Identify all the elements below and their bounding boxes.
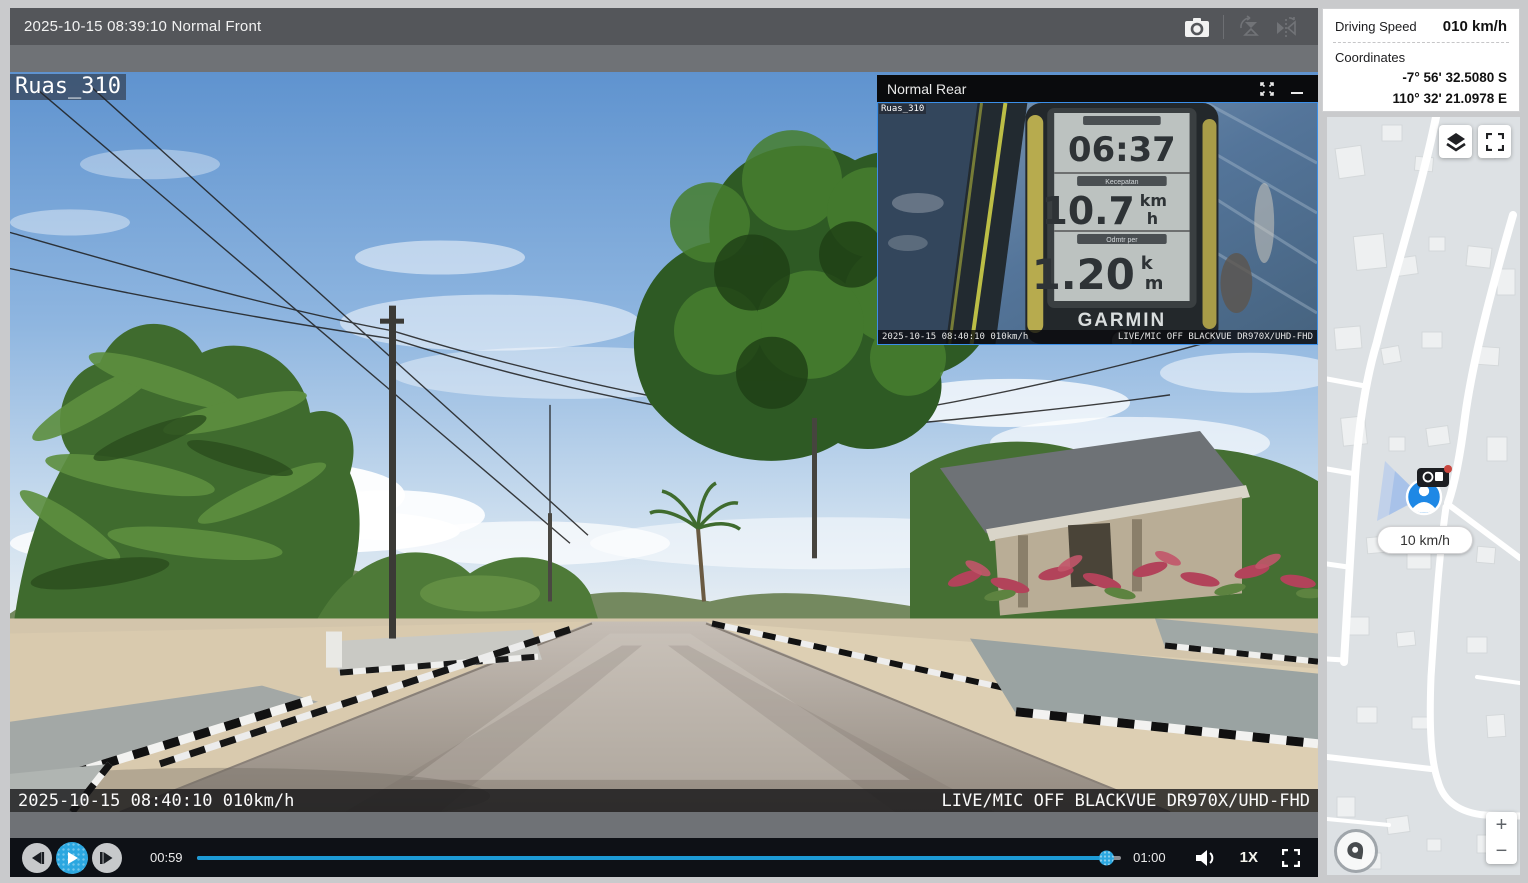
map-recenter-button[interactable] xyxy=(1334,829,1378,873)
route-label: Ruas_310 xyxy=(10,74,126,100)
snapshot-camera-button[interactable] xyxy=(1179,12,1215,42)
fullscreen-button[interactable] xyxy=(1282,849,1300,867)
map-layers-button[interactable] xyxy=(1439,125,1472,158)
next-icon xyxy=(98,850,116,866)
pip-osd-timestamp: 2025-10-15 08:40:10 010km/h xyxy=(882,332,1028,342)
total-time: 01:00 xyxy=(1133,850,1166,865)
previous-button[interactable] xyxy=(22,843,52,873)
pip-route-label: Ruas_310 xyxy=(879,104,926,114)
flip-camera-button-disabled xyxy=(1268,12,1304,42)
pip-header[interactable]: Normal Rear xyxy=(877,75,1318,102)
seek-handle[interactable] xyxy=(1099,850,1114,865)
drive-info-card: Driving Speed 010 km/h Coordinates -7° 5… xyxy=(1322,8,1520,112)
pip-expand-button[interactable] xyxy=(1256,79,1278,99)
pip-minimize-button[interactable] xyxy=(1286,79,1308,99)
seek-bar[interactable] xyxy=(197,851,1122,865)
osd-model: LIVE/MIC OFF BLACKVUE DR970X/UHD-FHD xyxy=(942,791,1310,811)
blackvue-viewer-window: 2025-10-15 08:39:10 Normal Front xyxy=(0,0,1528,883)
rotate-capture-button-disabled xyxy=(1232,12,1268,42)
driving-speed-label: Driving Speed xyxy=(1335,19,1417,34)
camera-icon xyxy=(1184,16,1210,38)
playback-rate-button[interactable]: 1X xyxy=(1240,849,1258,866)
gps-speed-unit-top: km xyxy=(1140,191,1167,210)
gps-brand: GARMIN xyxy=(1078,310,1167,331)
gps-time: 06:37 xyxy=(1068,130,1176,169)
play-button[interactable] xyxy=(56,842,88,874)
gps-speed-value: 10.7 xyxy=(1042,189,1135,233)
minimize-icon xyxy=(1290,82,1304,96)
zoom-in-button[interactable]: + xyxy=(1486,812,1517,838)
current-time: 00:59 xyxy=(150,850,183,865)
next-button[interactable] xyxy=(92,843,122,873)
speaker-icon xyxy=(1194,849,1216,867)
map-canvas xyxy=(1327,117,1520,875)
pip-osd-bar: 2025-10-15 08:40:10 010km/h LIVE/MIC OFF… xyxy=(878,330,1317,344)
gps-odo-unit-top: k xyxy=(1141,253,1154,274)
rear-camera-video[interactable]: 06:37 Kecepatan 10.7 km h Odmtr per 1.20… xyxy=(877,102,1318,345)
pip-osd-model: LIVE/MIC OFF BLACKVUE DR970X/UHD-FHD xyxy=(1118,332,1313,342)
map-fullscreen-icon xyxy=(1486,133,1504,151)
volume-button[interactable] xyxy=(1194,849,1216,867)
video-title: 2025-10-15 08:39:10 Normal Front xyxy=(10,18,261,35)
camera-badge xyxy=(1417,465,1452,487)
video-player-area: Ruas_310 2025-10-15 08:40:10 010km/h LIV… xyxy=(10,45,1318,838)
fullscreen-icon xyxy=(1282,849,1300,867)
latitude-value: -7° 56' 32.5080 S xyxy=(1323,67,1519,88)
map-fullscreen-button[interactable] xyxy=(1478,125,1511,158)
video-osd-bar: 2025-10-15 08:40:10 010km/h LIVE/MIC OFF… xyxy=(10,789,1318,812)
previous-icon xyxy=(28,850,46,866)
drop-pin-icon xyxy=(1345,840,1367,862)
expand-icon xyxy=(1259,81,1275,97)
layers-icon xyxy=(1445,131,1467,153)
map-panel[interactable]: 10 km/h + − xyxy=(1327,117,1520,875)
osd-timestamp: 2025-10-15 08:40:10 010km/h xyxy=(18,791,294,811)
zoom-out-button[interactable]: − xyxy=(1486,838,1517,864)
gps-odo-label: Odmtr per xyxy=(1106,237,1138,244)
video-title-bar: 2025-10-15 08:39:10 Normal Front xyxy=(10,8,1318,45)
pip-window: Normal Rear xyxy=(877,75,1318,345)
flip-camera-icon xyxy=(1273,14,1299,40)
gps-odo-value: 1.20 xyxy=(1032,250,1135,299)
titlebar-divider xyxy=(1223,15,1224,39)
titlebar-actions xyxy=(1179,8,1318,45)
pip-title: Normal Rear xyxy=(887,81,1248,97)
map-zoom-panel: + − xyxy=(1486,812,1517,864)
playback-controls: 00:59 01:00 1X xyxy=(10,838,1318,877)
gps-odo-unit-bottom: m xyxy=(1145,273,1164,294)
coordinates-label: Coordinates xyxy=(1323,43,1519,67)
driving-speed-value: 010 km/h xyxy=(1443,18,1507,35)
play-icon xyxy=(64,850,80,866)
seek-fill xyxy=(197,856,1107,860)
rotate-capture-icon xyxy=(1237,14,1263,40)
dashcam-rear-scene: 06:37 Kecepatan 10.7 km h Odmtr per 1.20… xyxy=(878,103,1317,344)
gps-speed-unit-bottom: h xyxy=(1147,209,1158,228)
longitude-value: 110° 32' 21.0978 E xyxy=(1323,88,1519,109)
gps-speed-label: Kecepatan xyxy=(1105,179,1138,186)
map-speed-pill: 10 km/h xyxy=(1377,526,1473,554)
